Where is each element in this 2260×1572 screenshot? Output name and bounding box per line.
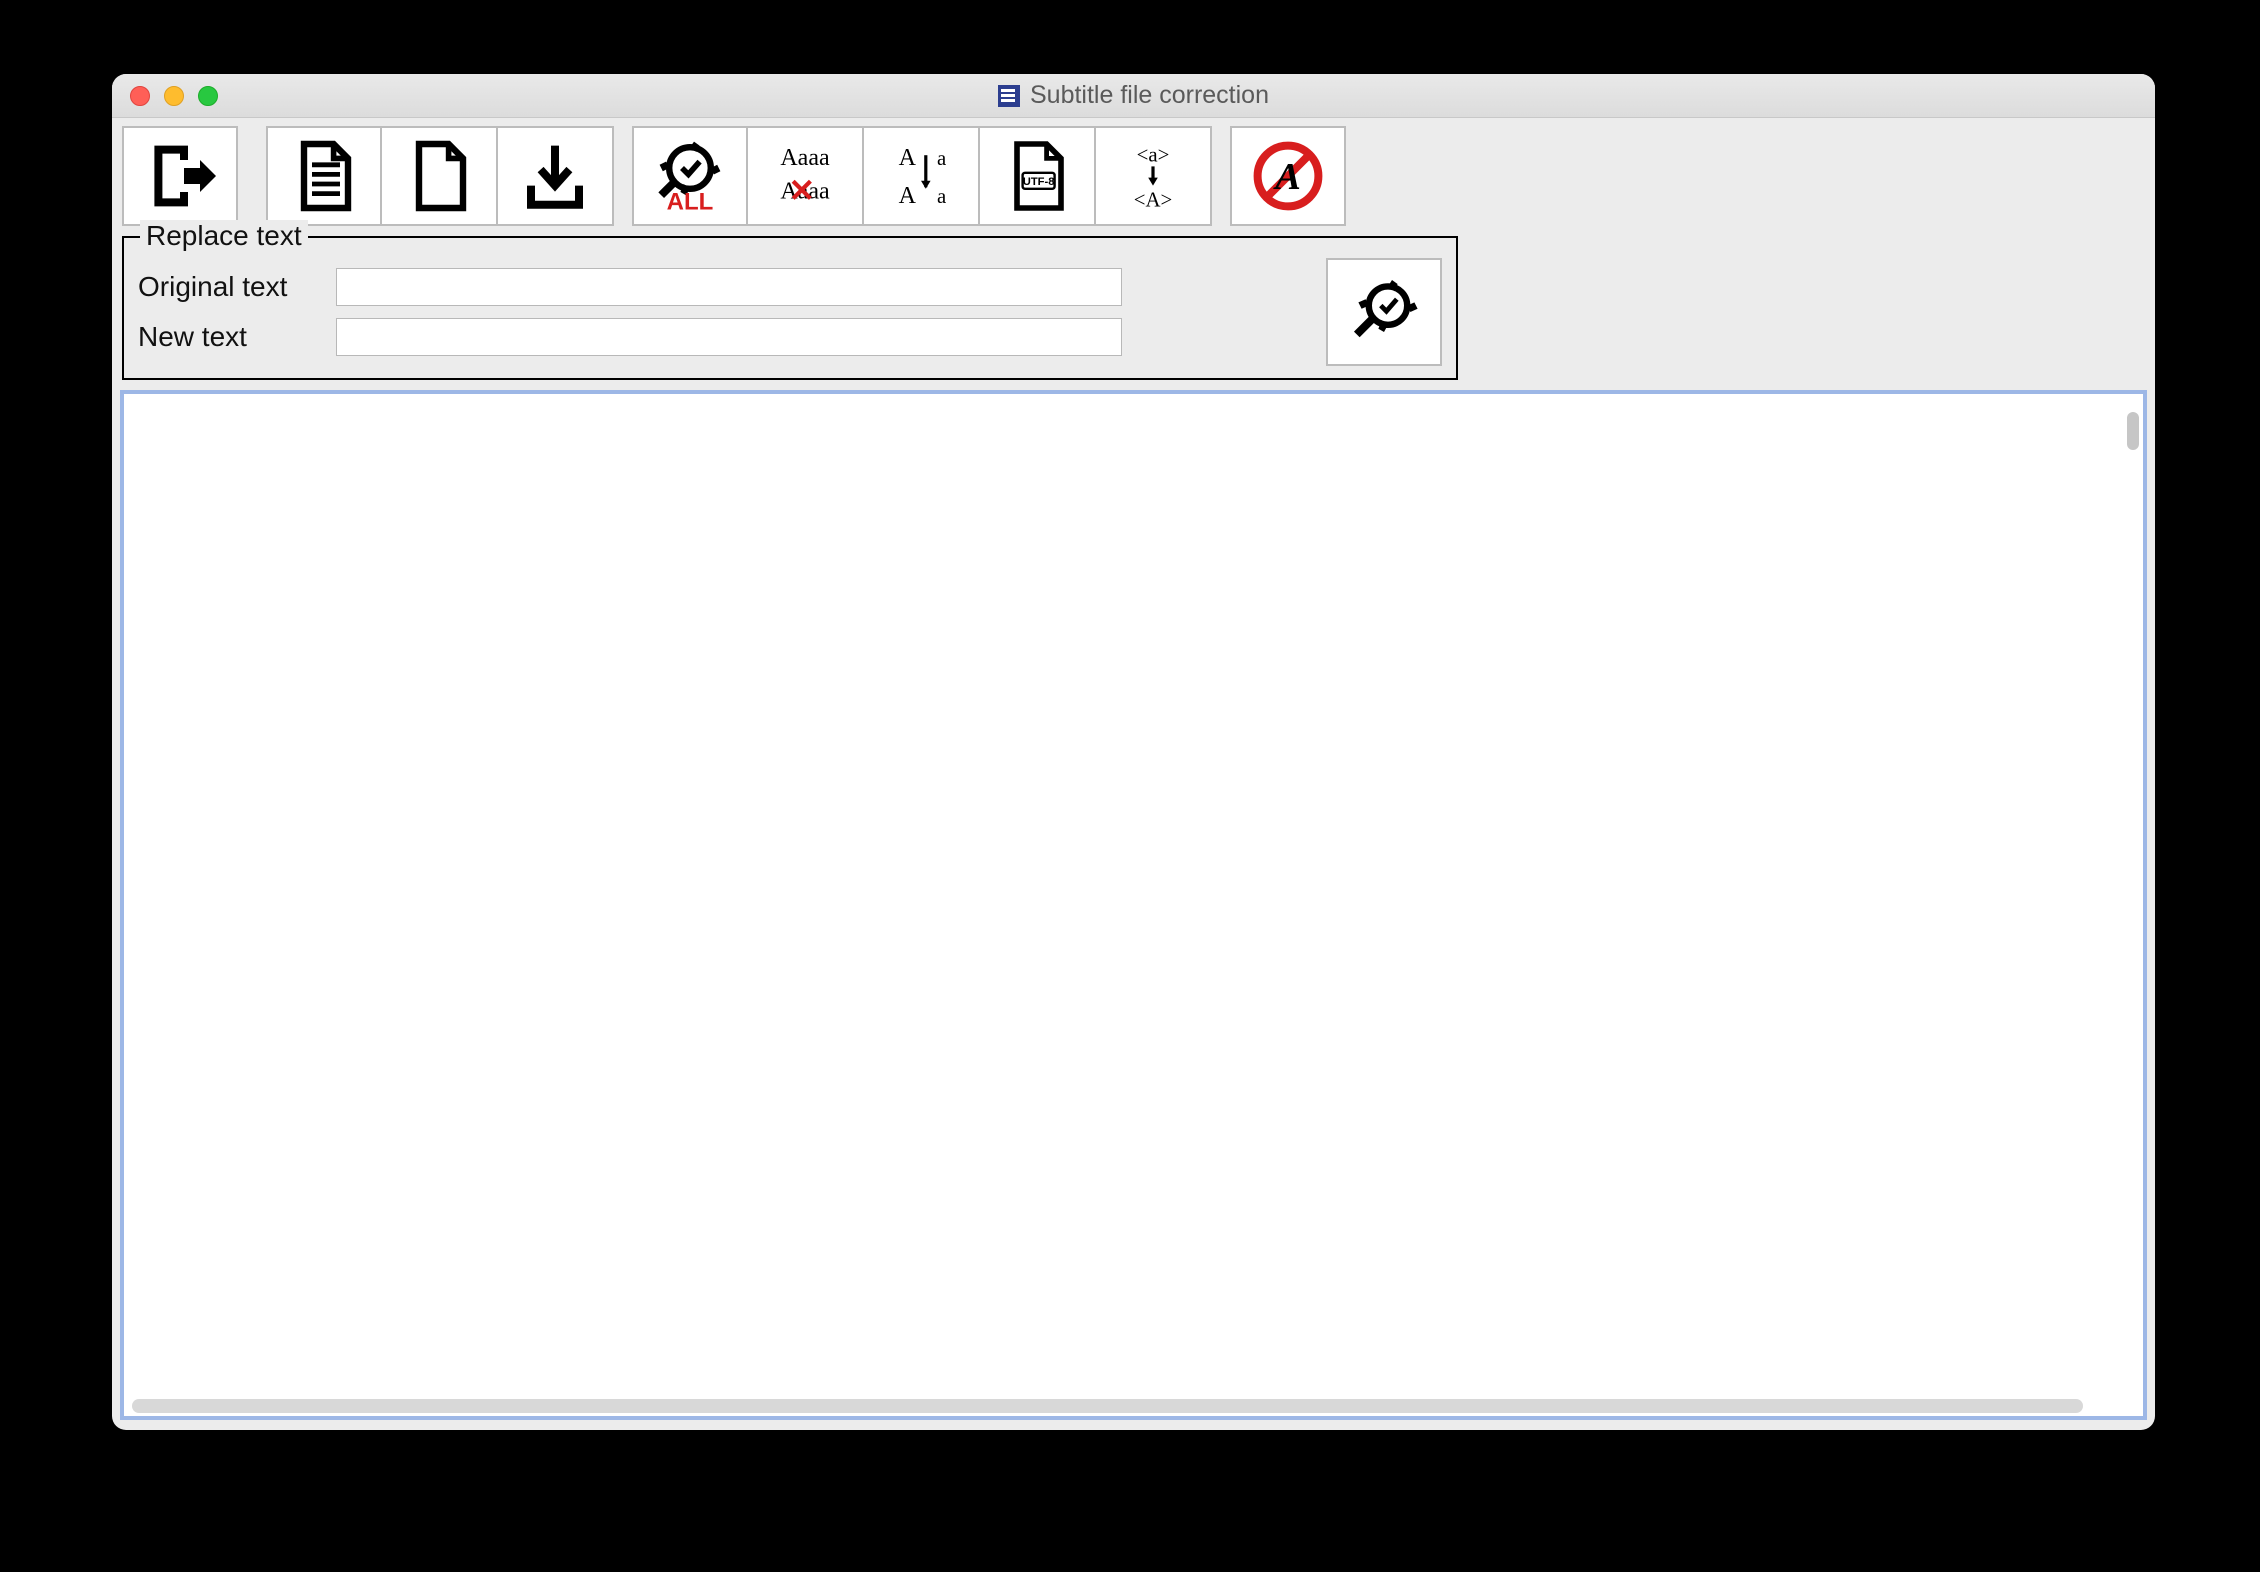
exit-icon xyxy=(140,136,220,216)
svg-text:ALL: ALL xyxy=(667,189,714,216)
remove-style-button[interactable]: A xyxy=(1230,126,1346,226)
vertical-scrollbar-thumb[interactable] xyxy=(2127,412,2139,450)
open-file-button[interactable] xyxy=(266,126,382,226)
blank-file-icon xyxy=(399,136,479,216)
execute-replace-button[interactable] xyxy=(1326,258,1442,366)
case-convert-icon: A a A a xyxy=(881,136,961,216)
utf8-convert-button[interactable]: UTF-8 xyxy=(980,126,1096,226)
svg-text:A: A xyxy=(899,145,917,171)
toolbar: ALL Aaaa Aaaa ✕ A a A a xyxy=(112,118,2155,236)
traffic-lights xyxy=(112,86,218,106)
replace-legend: Replace text xyxy=(140,220,308,252)
horizontal-scrollbar-track[interactable] xyxy=(132,1399,2083,1413)
window-title: Subtitle file correction xyxy=(1030,81,1269,110)
no-style-icon: A xyxy=(1248,136,1328,216)
replace-fields: Original text New text xyxy=(138,268,1306,356)
download-icon xyxy=(515,136,595,216)
file-group xyxy=(266,126,614,226)
window-close-button[interactable] xyxy=(130,86,150,106)
subtitle-text-editor[interactable] xyxy=(124,394,2143,1416)
fix-all-icon: ALL xyxy=(650,136,730,216)
titlebar: Subtitle file correction xyxy=(112,74,2155,118)
svg-text:A: A xyxy=(899,183,917,209)
window-maximize-button[interactable] xyxy=(198,86,218,106)
save-button[interactable] xyxy=(498,126,614,226)
svg-text:<a>: <a> xyxy=(1137,144,1170,167)
original-text-input[interactable] xyxy=(336,268,1122,306)
gear-wrench-icon xyxy=(1344,272,1424,352)
original-text-row: Original text xyxy=(138,268,1306,306)
svg-text:a: a xyxy=(937,185,946,208)
tag-case-icon: <a> <A> xyxy=(1113,136,1193,216)
remove-duplicate-icon: Aaaa Aaaa ✕ xyxy=(765,136,845,216)
new-text-input[interactable] xyxy=(336,318,1122,356)
open-file-icon xyxy=(284,136,364,216)
svg-text:✕: ✕ xyxy=(788,173,815,209)
title-area: Subtitle file correction xyxy=(112,81,2155,110)
remove-duplicate-button[interactable]: Aaaa Aaaa ✕ xyxy=(748,126,864,226)
app-icon xyxy=(998,85,1020,107)
svg-text:UTF-8: UTF-8 xyxy=(1023,176,1055,188)
tag-case-button[interactable]: <a> <A> xyxy=(1096,126,1212,226)
correction-group: ALL Aaaa Aaaa ✕ A a A a xyxy=(632,126,1212,226)
svg-text:<A>: <A> xyxy=(1134,188,1172,211)
svg-text:A: A xyxy=(1273,156,1301,198)
app-window: Subtitle file correction xyxy=(112,74,2155,1430)
case-convert-button[interactable]: A a A a xyxy=(864,126,980,226)
fix-all-button[interactable]: ALL xyxy=(632,126,748,226)
original-text-label: Original text xyxy=(138,271,320,303)
new-text-row: New text xyxy=(138,318,1306,356)
utf8-convert-icon: UTF-8 xyxy=(997,136,1077,216)
svg-text:a: a xyxy=(937,147,946,170)
exit-button[interactable] xyxy=(122,126,238,226)
window-minimize-button[interactable] xyxy=(164,86,184,106)
new-file-button[interactable] xyxy=(382,126,498,226)
svg-text:Aaaa: Aaaa xyxy=(780,145,830,171)
replace-text-panel: Replace text Original text New text xyxy=(122,236,1458,380)
new-text-label: New text xyxy=(138,321,320,353)
editor-container xyxy=(120,390,2147,1420)
